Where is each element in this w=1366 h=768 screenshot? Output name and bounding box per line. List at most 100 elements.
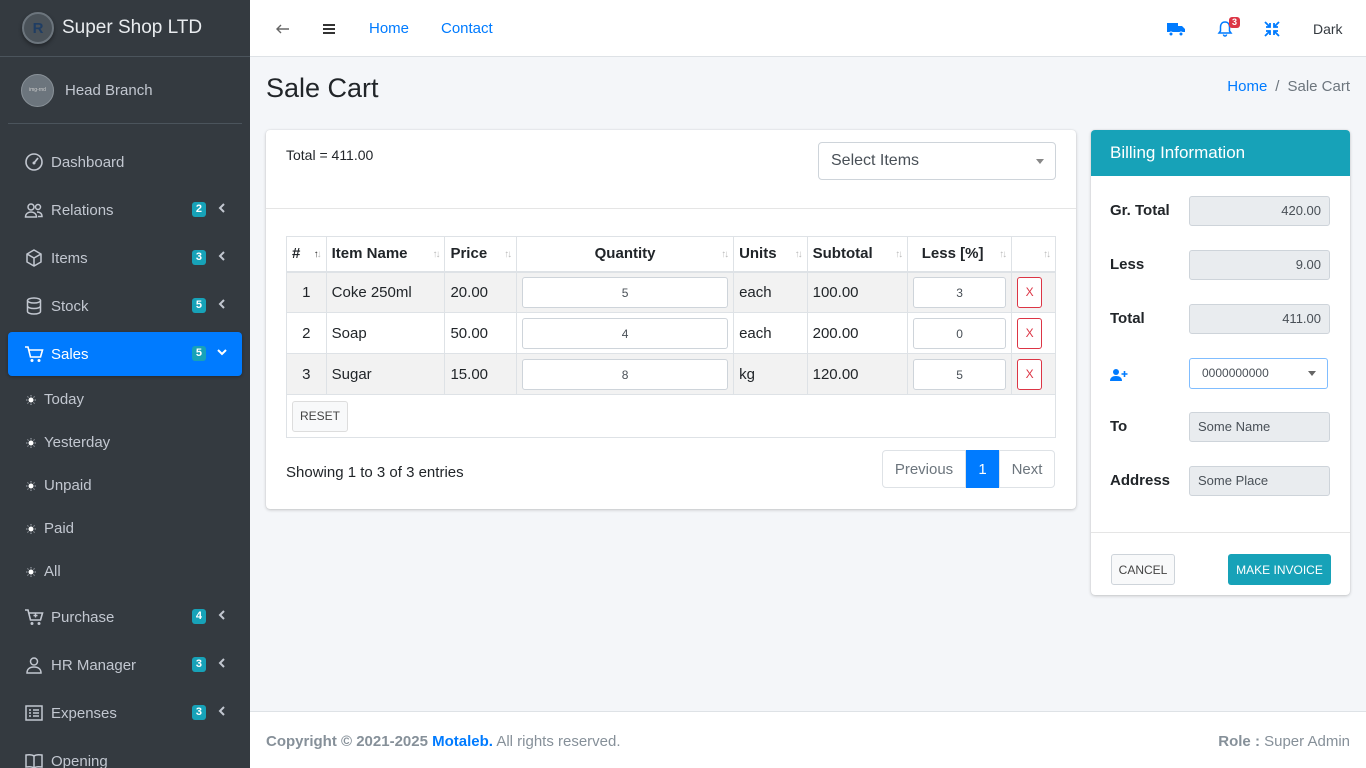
gr-total-field: 420.00: [1189, 196, 1330, 226]
sidebar-item-stock[interactable]: Stock 5: [8, 284, 242, 328]
customer-select[interactable]: 0000000000: [1189, 358, 1328, 389]
count-badge: 5: [191, 346, 206, 361]
cell-remove: X: [1011, 271, 1056, 313]
truck-icon[interactable]: [1166, 0, 1186, 57]
column-header-item-name[interactable]: Item Name ↑↓: [325, 236, 446, 273]
users-icon: [24, 200, 44, 220]
pagination-next[interactable]: Next: [999, 450, 1055, 488]
sidebar-item-items[interactable]: Items 3: [8, 236, 242, 280]
rights-text: All rights reserved.: [496, 733, 621, 750]
sidebar-subitem-all[interactable]: All: [8, 552, 242, 591]
cancel-button[interactable]: CANCEL: [1111, 554, 1175, 585]
sidebar-subitem-paid[interactable]: Paid: [8, 509, 242, 548]
gr-total-label: Gr. Total: [1110, 202, 1170, 219]
column-header-price[interactable]: Price ↑↓: [444, 236, 518, 273]
count-badge: 4: [191, 609, 206, 624]
sidebar-item-opening[interactable]: Opening: [8, 739, 242, 768]
cell-item-name: Coke 250ml: [325, 271, 446, 313]
column-header-index[interactable]: # ↑↓: [286, 236, 327, 273]
select-items-dropdown[interactable]: Select Items: [818, 142, 1056, 180]
cell-item-name: Soap: [325, 312, 446, 354]
make-invoice-button[interactable]: MAKE INVOICE: [1228, 554, 1331, 585]
cart-plus-icon: [24, 607, 44, 627]
page-title: Sale Cart: [266, 73, 379, 103]
brand-logo: R: [22, 12, 54, 44]
cell-units: kg: [733, 353, 808, 395]
breadcrumb-home[interactable]: Home: [1227, 78, 1267, 95]
cell-subtotal: 200.00: [806, 312, 909, 354]
address-field[interactable]: Some Place: [1189, 466, 1330, 496]
sort-asc-icon: ↑↓: [313, 249, 322, 260]
chevron-left-icon: [216, 200, 228, 216]
pagination-previous[interactable]: Previous: [882, 450, 966, 488]
avatar: img-rnd: [21, 73, 54, 107]
cell-units: each: [733, 271, 808, 313]
sidebar-item-label: Relations: [51, 201, 114, 219]
cell-quantity: 4: [516, 312, 735, 354]
less-percent-input[interactable]: 5: [913, 358, 1007, 390]
less-percent-input[interactable]: 3: [913, 276, 1007, 308]
to-label: To: [1110, 418, 1128, 435]
sidebar-item-dashboard[interactable]: Dashboard: [8, 140, 242, 184]
sidebar-item-purchase[interactable]: Purchase 4: [8, 595, 242, 639]
cell-less: 0: [907, 312, 1013, 354]
user-panel[interactable]: img-rnd Head Branch: [8, 57, 242, 124]
column-header-less[interactable]: Less [%] ↑↓: [907, 236, 1013, 273]
cart-total-text: Total = 411.00: [286, 147, 374, 163]
sidebar-subitem-label: Yesterday: [44, 434, 111, 451]
back-arrow-icon[interactable]: [274, 0, 292, 57]
cell-index: 3: [286, 353, 327, 395]
sort-icon: ↑↓: [721, 249, 729, 260]
brand-link[interactable]: R Super Shop LTD: [0, 0, 250, 57]
nav-link-home[interactable]: Home: [369, 0, 409, 57]
column-header-units[interactable]: Units ↑↓: [733, 236, 808, 273]
cell-price: 20.00: [444, 271, 518, 313]
cell-less: 3: [907, 271, 1013, 313]
bell-icon[interactable]: 3: [1216, 0, 1246, 57]
remove-item-button[interactable]: X: [1017, 276, 1043, 308]
sort-icon: ↑↓: [1043, 249, 1051, 260]
column-header-quantity[interactable]: Quantity ↑↓: [516, 236, 735, 273]
pagination-page-1[interactable]: 1: [966, 450, 999, 488]
remove-item-button[interactable]: X: [1017, 358, 1043, 390]
sidebar-item-hr-manager[interactable]: HR Manager 3: [8, 643, 242, 687]
sidebar-item-label: Items: [51, 249, 88, 267]
sun-dot-icon: [26, 566, 36, 577]
sidebar-item-expenses[interactable]: Expenses 3: [8, 691, 242, 735]
sidebar-subitem-yesterday[interactable]: Yesterday: [8, 423, 242, 462]
caret-down-icon: [1036, 159, 1044, 164]
column-header-subtotal[interactable]: Subtotal ↑↓: [806, 236, 909, 273]
remove-item-button[interactable]: X: [1017, 317, 1043, 349]
sidebar-subitem-label: All: [44, 563, 61, 580]
address-row: Address Some Place: [1110, 466, 1330, 496]
book-icon: [24, 751, 44, 768]
sidebar-item-sales[interactable]: Sales 5: [8, 332, 242, 376]
sidebar-subitem-today[interactable]: Today: [8, 380, 242, 419]
quantity-input[interactable]: 4: [522, 317, 729, 349]
theme-toggle-dark[interactable]: Dark: [1313, 0, 1343, 57]
sun-dot-icon: [26, 394, 36, 405]
user-plus-icon: [1110, 368, 1128, 386]
sidebar-item-relations[interactable]: Relations 2: [8, 188, 242, 232]
sidebar-subitem-unpaid[interactable]: Unpaid: [8, 466, 242, 505]
billing-footer: CANCEL MAKE INVOICE: [1091, 532, 1350, 595]
quantity-input[interactable]: 8: [522, 358, 729, 390]
brand-name: Super Shop LTD: [62, 17, 203, 38]
cell-subtotal: 100.00: [806, 271, 909, 313]
reset-button[interactable]: RESET: [292, 400, 348, 432]
chevron-left-icon: [216, 703, 228, 719]
total-field: 411.00: [1189, 304, 1330, 334]
compress-icon[interactable]: [1263, 0, 1281, 57]
sidebar-item-label: Stock: [51, 297, 89, 315]
less-percent-input[interactable]: 0: [913, 317, 1007, 349]
column-header-remove[interactable]: ↑↓: [1011, 236, 1056, 273]
hamburger-menu-icon[interactable]: [320, 0, 338, 57]
select-items-placeholder: Select Items: [831, 152, 920, 169]
author-link[interactable]: Motaleb.: [432, 733, 493, 750]
quantity-input[interactable]: 5: [522, 276, 729, 308]
to-field[interactable]: Some Name: [1189, 412, 1330, 442]
cell-price: 50.00: [444, 312, 518, 354]
nav-link-contact[interactable]: Contact: [441, 0, 493, 57]
sidebar-item-label: HR Manager: [51, 656, 137, 674]
cell-quantity: 8: [516, 353, 735, 395]
